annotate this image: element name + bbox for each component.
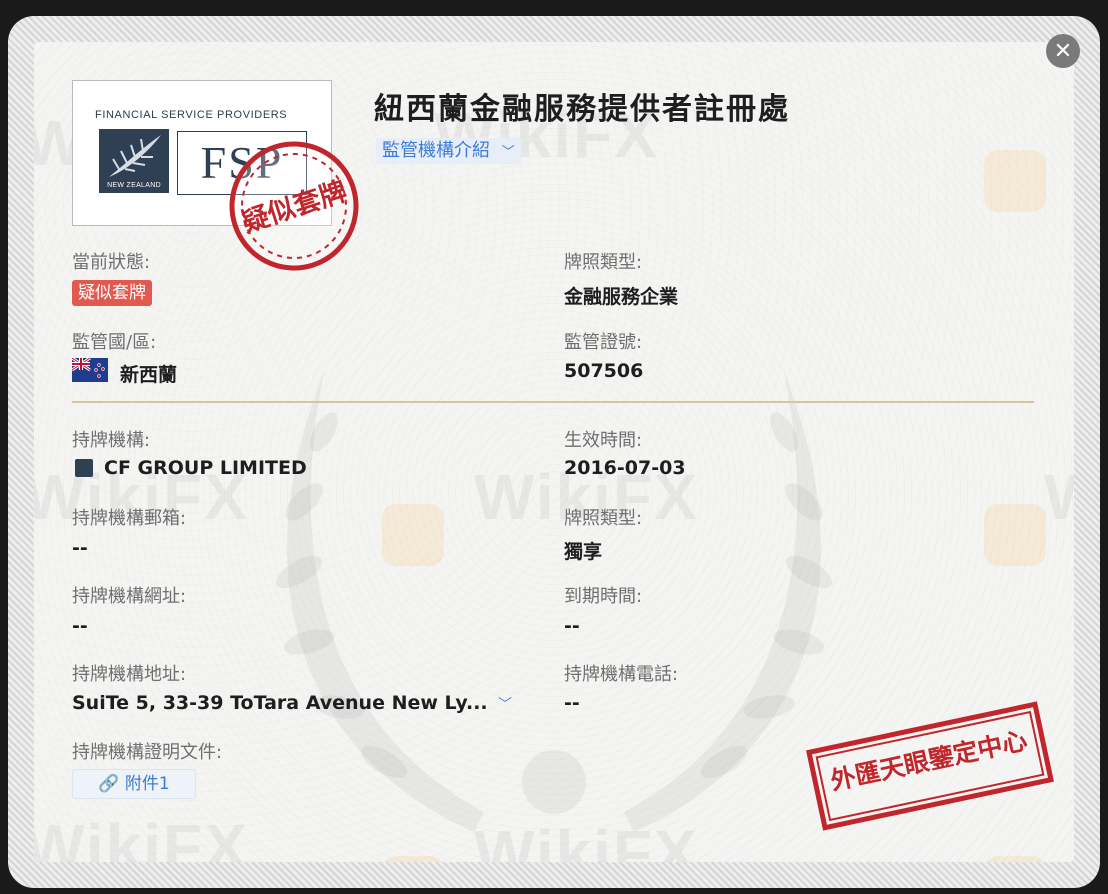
new-zealand-flag-icon — [72, 358, 108, 382]
licensee-address-label: 持牌機構地址: — [72, 664, 187, 685]
regulator-intro-dropdown[interactable]: 監管機構介紹 ﹀ — [376, 138, 521, 164]
region-value: 新西蘭 — [120, 364, 178, 386]
status-badge: 疑似套牌 — [72, 280, 152, 306]
licensee-email-label: 持牌機構郵箱: — [72, 508, 187, 529]
attachment-label: 附件1 — [124, 774, 170, 794]
section-divider — [72, 401, 1034, 403]
reg-number-label: 監管證號: — [564, 332, 643, 353]
intro-link-label: 監管機構介紹 — [382, 140, 490, 161]
watermark-text: WikiFX — [1044, 460, 1074, 534]
chevron-down-icon: ﹀ — [501, 145, 515, 160]
watermark-logo-icon — [984, 504, 1046, 566]
watermark-logo-icon — [984, 856, 1046, 862]
close-icon: ✕ — [1053, 38, 1073, 64]
silver-fern-icon: NEW ZEALAND — [99, 129, 169, 193]
licensee-label: 持牌機構: — [72, 430, 151, 451]
licensee-value: CF GROUP LIMITED — [104, 457, 307, 479]
page-title: 紐西蘭金融服務提供者註冊處 — [374, 92, 790, 127]
licensee-address-value: SuiTe 5, 33-39 ToTara Avenue New Ly... — [72, 692, 488, 714]
region-label: 監管國/區: — [72, 332, 157, 353]
effective-date-label: 生效時間: — [564, 430, 643, 451]
reg-number-value: 507506 — [564, 360, 644, 382]
logo-topline: FINANCIAL SERVICE PROVIDERS — [95, 109, 288, 121]
licensee-website-value: -- — [72, 615, 88, 637]
effective-date-value: 2016-07-03 — [564, 457, 686, 479]
company-logo-icon — [75, 459, 93, 477]
licensee-website-label: 持牌機構網址: — [72, 586, 187, 607]
close-button[interactable]: ✕ — [1046, 34, 1080, 68]
licensee-phone-value: -- — [564, 692, 580, 714]
license-type-label: 牌照類型: — [564, 252, 643, 273]
license-type-value: 金融服務企業 — [564, 286, 679, 308]
watermark-logo-icon — [382, 856, 444, 862]
licensee-email-value: -- — [72, 537, 88, 559]
expiry-date-label: 到期時間: — [564, 586, 643, 607]
watermark-text: WikiFX — [34, 811, 249, 862]
link-icon: 🔗 — [98, 774, 120, 794]
licensee-phone-label: 持牌機構電話: — [564, 664, 679, 685]
logo-country-label: NEW ZEALAND — [107, 182, 161, 189]
watermark-text: WikiFX — [474, 817, 699, 862]
attachment-button[interactable]: 🔗 附件1 — [72, 769, 196, 799]
expiry-date-value: -- — [564, 615, 580, 637]
expand-address-chevron-icon[interactable]: ﹀ — [498, 694, 512, 714]
documents-label: 持牌機構證明文件: — [72, 742, 223, 763]
watermark-logo-icon — [984, 150, 1046, 212]
watermark-logo-icon — [382, 504, 444, 566]
license-exclusivity-label: 牌照類型: — [564, 508, 643, 529]
license-exclusivity-value: 獨享 — [564, 541, 603, 563]
status-label: 當前狀態: — [72, 252, 151, 273]
